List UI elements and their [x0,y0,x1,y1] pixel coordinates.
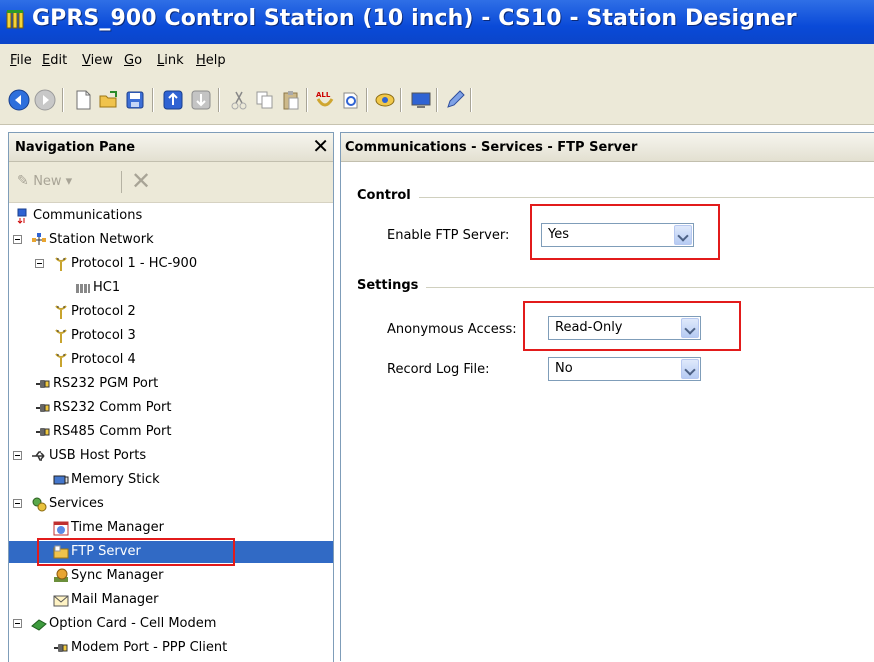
tree-item-rs232-pgm-port[interactable]: RS232 PGM Port [9,373,333,395]
network-icon [32,233,46,245]
cut-icon[interactable] [228,89,250,111]
serial-port-icon [36,428,50,436]
navigation-pane: Navigation Pane ✕ ✎ New ▾ ✕ Communicatio… [8,132,334,662]
tree-item-protocol-4[interactable]: Protocol 4 [9,349,333,371]
tree-item-modem-port[interactable]: Modem Port - PPP Client [9,637,333,659]
tree-item-usb-host-ports[interactable]: USB Host Ports [9,445,333,467]
title-bar: GPRS_900 Control Station (10 inch) - CS1… [0,0,874,44]
protocol-icon [55,329,67,343]
new-item-icon: ✎ [17,173,34,189]
navigation-pane-header: Navigation Pane ✕ [9,133,333,162]
tree-item-protocol-2[interactable]: Protocol 2 [9,301,333,323]
upload-icon[interactable] [162,89,184,111]
tree-item-station-network[interactable]: Station Network [9,229,333,251]
tree-item-services[interactable]: Services [9,493,333,515]
collapse-icon[interactable] [35,259,44,268]
sync-icon [54,568,68,582]
clock-icon [53,521,69,536]
find-icon[interactable] [340,89,362,111]
serial-port-icon [54,644,68,652]
content-panel: Communications - Services - FTP Server C… [340,132,874,661]
collapse-icon[interactable] [13,619,22,628]
forward-icon[interactable] [34,89,56,111]
find-all-icon[interactable]: ALL [314,89,336,111]
toolbar: ALL [0,76,874,125]
new-button[interactable]: ✎ New ▾ [17,173,72,189]
highlight-box [523,301,741,351]
new-icon[interactable] [72,89,94,111]
group-control-title: Control [357,188,419,203]
menu-view[interactable]: View [82,53,113,68]
tree-item-rs232-comm-port[interactable]: RS232 Comm Port [9,397,333,419]
menu-file[interactable]: File [10,53,32,68]
app-icon [6,10,24,29]
svg-text:ALL: ALL [316,91,331,99]
controller-icon [76,284,90,293]
protocol-icon [55,305,67,319]
content-title: Communications - Services - FTP Server [345,140,638,155]
protocol-icon [55,353,67,367]
tree-item-hc1[interactable]: HC1 [9,277,333,299]
serial-port-icon [36,380,50,388]
tree-item-mail-manager[interactable]: Mail Manager [9,589,333,611]
download-icon[interactable] [190,89,212,111]
highlight-box [37,538,235,566]
menu-bar: File Edit View Go Link Help [0,44,874,76]
collapse-icon[interactable] [13,499,22,508]
paste-icon[interactable] [280,89,302,111]
tree-item-option-card[interactable]: Option Card - Cell Modem [9,613,333,635]
menu-go[interactable]: Go [124,53,142,68]
collapse-icon[interactable] [13,451,22,460]
serial-port-icon [36,404,50,412]
open-icon[interactable] [98,89,120,111]
link-icon[interactable] [374,89,396,111]
back-icon[interactable] [8,89,30,111]
tree-item-time-manager[interactable]: Time Manager [9,517,333,539]
memory-stick-icon [53,475,69,485]
monitor-icon[interactable] [410,89,432,111]
edit-icon[interactable] [444,89,466,111]
content-header: Communications - Services - FTP Server [341,132,874,162]
record-log-select[interactable]: No [548,357,701,381]
save-icon[interactable] [124,89,146,111]
tree-item-rs485-comm-port[interactable]: RS485 Comm Port [9,421,333,443]
navigation-pane-title: Navigation Pane [15,140,136,155]
delete-icon[interactable]: ✕ [131,167,151,195]
tree-item-memory-stick[interactable]: Memory Stick [9,469,333,491]
tree-item-sync-manager[interactable]: Sync Manager [9,565,333,587]
copy-icon[interactable] [254,89,276,111]
menu-link[interactable]: Link [157,53,184,68]
menu-edit[interactable]: Edit [42,53,67,68]
highlight-box [530,204,720,260]
communications-icon [17,208,27,224]
close-icon[interactable]: ✕ [312,135,329,157]
menu-help[interactable]: Help [196,53,226,68]
tree-item-communications[interactable]: Communications [9,205,333,227]
collapse-icon[interactable] [13,235,22,244]
services-icon [32,497,47,512]
tree-item-protocol-1[interactable]: Protocol 1 - HC-900 [9,253,333,275]
enable-ftp-label: Enable FTP Server: [387,228,510,243]
usb-icon [32,451,45,461]
group-settings-title: Settings [357,278,427,293]
record-log-label: Record Log File: [387,362,490,377]
anonymous-access-label: Anonymous Access: [387,322,517,337]
navigation-toolbar: ✎ New ▾ ✕ [9,162,333,203]
option-card-icon [31,619,47,631]
window-title: GPRS_900 Control Station (10 inch) - CS1… [32,6,797,31]
tree-item-protocol-3[interactable]: Protocol 3 [9,325,333,347]
mail-icon [53,595,69,607]
protocol-icon [55,257,67,271]
chevron-down-icon[interactable] [681,359,699,379]
